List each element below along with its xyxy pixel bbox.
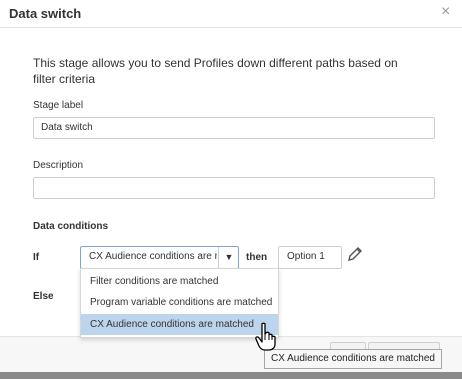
dialog-header: Data switch × [0,0,462,28]
condition-select-value: CX Audience conditions are matched [89,251,217,262]
description-input[interactable] [33,177,435,199]
else-label: Else [33,291,54,302]
chevron-down-icon[interactable]: ▼ [218,247,239,268]
intro-text: This stage allows you to send Profiles d… [33,56,398,86]
data-switch-dialog: Data switch × This stage allows you to s… [0,0,462,373]
data-conditions-heading: Data conditions [33,221,109,232]
stage-label-caption: Stage label [33,100,84,111]
dialog-title: Data switch [9,6,82,21]
pencil-icon[interactable] [346,245,364,263]
if-label: If [33,252,40,263]
condition-dropdown-list: Filter conditions are matched Program va… [80,268,279,338]
hand-pointer-icon [255,322,276,351]
dropdown-option-cx-audience[interactable]: CX Audience conditions are matched [81,314,278,335]
dropdown-option-filter[interactable]: Filter conditions are matched [81,271,278,292]
close-icon[interactable]: × [441,3,450,21]
tooltip: CX Audience conditions are matched [264,349,442,369]
description-caption: Description [33,160,84,171]
condition-select[interactable]: CX Audience conditions are matched ▼ [80,246,239,269]
then-label: then [246,252,268,263]
backdrop-strip [0,372,462,379]
then-option-field[interactable]: Option 1 [278,246,342,269]
then-option-value: Option 1 [287,251,325,262]
dropdown-option-program-variable[interactable]: Program variable conditions are matched [81,292,278,313]
stage-label-input[interactable]: Data switch [33,117,435,139]
